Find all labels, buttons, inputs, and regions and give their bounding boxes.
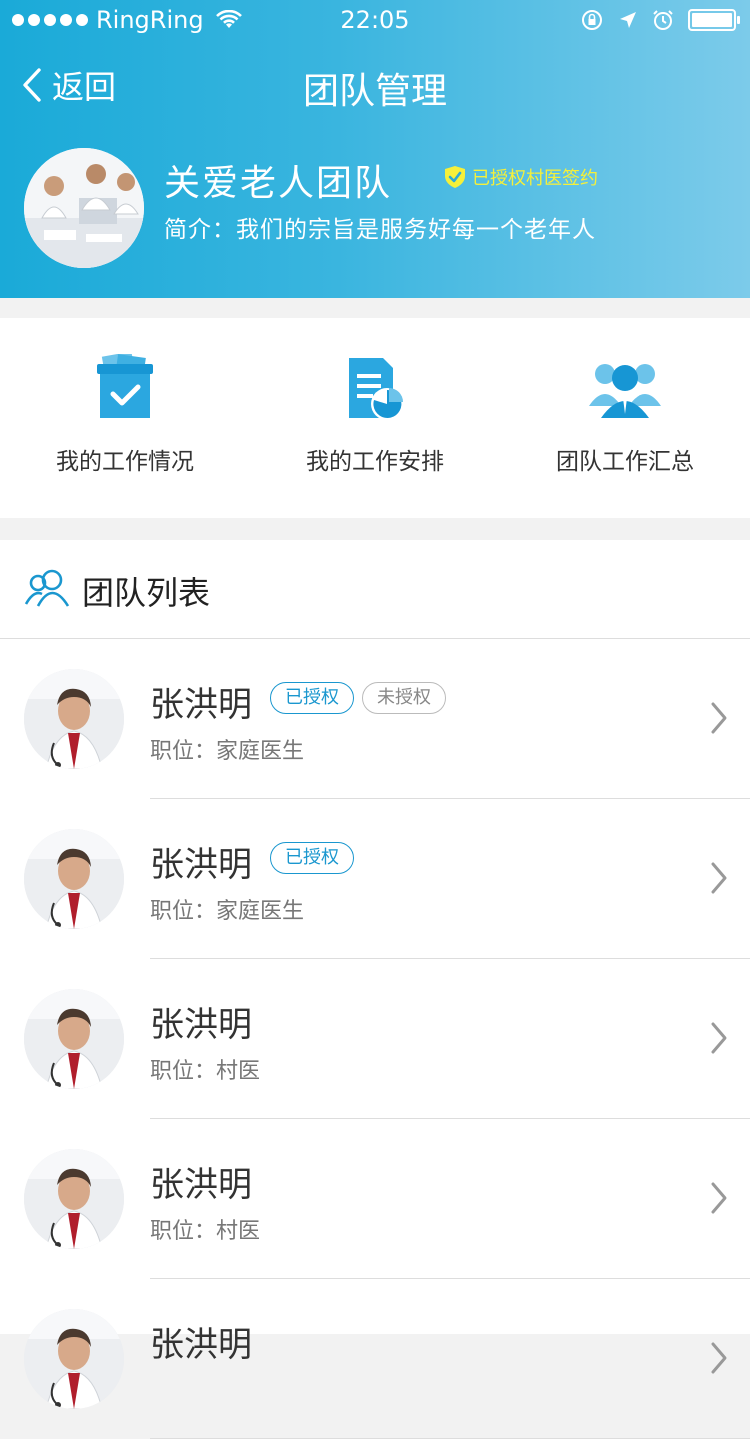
team-list: 团队列表 张洪明 已授权 未授权 职位：家庭医生 张洪明 已授权 职位：家庭医生 张洪明 职位：… <box>0 540 750 1439</box>
action-my-work-schedule[interactable]: 我的工作安排 <box>250 318 500 518</box>
rotation-lock-icon <box>582 10 602 30</box>
member-name: 张洪明 <box>150 1325 252 1365</box>
avatar <box>24 1149 124 1249</box>
action-team-work-summary[interactable]: 团队工作汇总 <box>500 318 750 518</box>
member-rows: 张洪明 已授权 未授权 职位：家庭医生 张洪明 已授权 职位：家庭医生 张洪明 职位：村医 张洪明… <box>0 639 750 1439</box>
action-label: 我的工作安排 <box>306 449 444 475</box>
action-my-work-status[interactable]: 我的工作情况 <box>0 318 250 518</box>
alarm-clock-icon <box>653 10 673 30</box>
member-tags: 已授权 未授权 <box>270 682 446 714</box>
member-name: 张洪明 <box>150 845 252 885</box>
member-name: 张洪明 <box>150 1165 252 1205</box>
status-bar: RingRing 22:05 <box>0 0 750 40</box>
document-chart-icon <box>349 358 403 420</box>
chevron-right-icon <box>711 702 727 734</box>
member-row[interactable]: 张洪明职位：村医 <box>0 959 750 1119</box>
member-position: 职位：家庭医生 <box>150 899 305 924</box>
action-bar: 我的工作情况 我的工作安排 团队工作汇总 <box>0 318 750 518</box>
shield-check-icon <box>445 166 465 188</box>
page-title: 团队管理 <box>302 71 447 112</box>
battery-icon <box>688 9 740 31</box>
member-position: 职位：家庭医生 <box>150 739 305 764</box>
member-row[interactable]: 张洪明职位：村医 <box>0 1119 750 1279</box>
team-list-header: 团队列表 <box>0 540 750 639</box>
nav-bar: 返回 团队管理 <box>0 58 750 112</box>
member-tags: 已授权 <box>270 842 354 874</box>
chevron-right-icon <box>711 1182 727 1214</box>
team-header: RingRing 22:05 返回 团队管理 关爱老人团队 已授权村医签约 简介… <box>0 0 750 298</box>
unauthorized-tag: 未授权 <box>362 682 446 714</box>
avatar <box>24 1309 124 1409</box>
team-name: 关爱老人团队 <box>164 163 393 204</box>
avatar <box>24 669 124 769</box>
member-row[interactable]: 张洪明 已授权 未授权职位：家庭医生 <box>0 639 750 799</box>
avatar <box>24 829 124 929</box>
team-list-title: 团队列表 <box>82 574 211 612</box>
avatar <box>24 989 124 1089</box>
team-avatar <box>24 148 144 268</box>
team-intro: 简介：我们的宗旨是服务好每一个老年人 <box>164 217 596 243</box>
member-position: 职位：村医 <box>150 1059 261 1084</box>
chevron-right-icon <box>711 1342 727 1374</box>
authorized-tag: 已授权 <box>270 842 354 874</box>
auth-badge: 已授权村医签约 <box>444 164 598 190</box>
action-label: 团队工作汇总 <box>556 449 694 475</box>
member-name: 张洪明 <box>150 685 252 725</box>
team-group-icon <box>589 364 661 418</box>
people-outline-icon <box>24 569 70 607</box>
clipboard-check-icon <box>97 354 153 418</box>
chevron-right-icon <box>711 1022 727 1054</box>
location-arrow-icon <box>620 12 636 28</box>
auth-badge-label: 已授权村医签约 <box>472 168 598 189</box>
status-right <box>580 8 740 32</box>
member-row[interactable]: 张洪明 已授权职位：家庭医生 <box>0 799 750 959</box>
member-name: 张洪明 <box>150 1005 252 1045</box>
action-label: 我的工作情况 <box>56 449 194 475</box>
member-position: 职位：村医 <box>150 1219 261 1244</box>
chevron-right-icon <box>711 862 727 894</box>
authorized-tag: 已授权 <box>270 682 354 714</box>
member-row[interactable]: 张洪明 <box>0 1279 750 1439</box>
